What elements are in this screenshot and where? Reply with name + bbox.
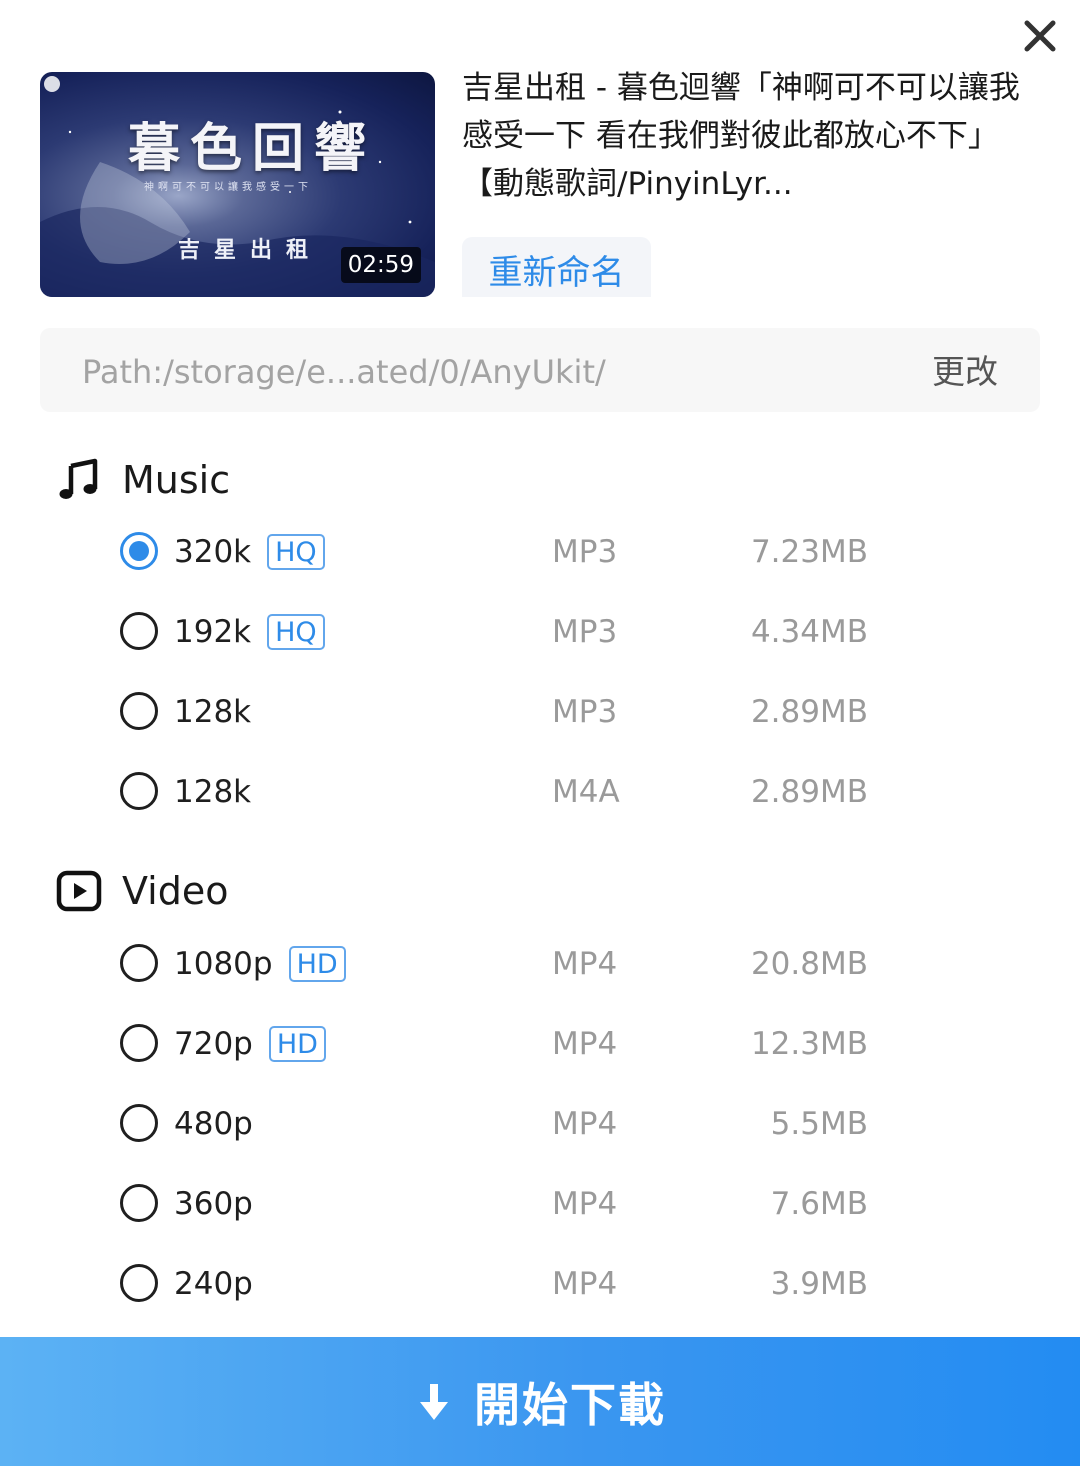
option-format: MP4: [552, 946, 618, 982]
option-size: 7.23MB: [750, 534, 868, 570]
option-format: MP3: [552, 614, 618, 650]
radio-button[interactable]: [120, 1184, 158, 1222]
option-format: M4A: [552, 774, 620, 810]
duration-badge: 02:59: [340, 247, 421, 283]
option-size: 5.5MB: [770, 1106, 868, 1142]
thumbnail-title: 暮色回響: [128, 118, 377, 179]
play-icon: [56, 868, 102, 914]
video-option-row[interactable]: 480p MP4 5.5MB: [118, 1093, 878, 1153]
option-quality: 360p: [174, 1186, 253, 1222]
close-icon: [1024, 20, 1056, 52]
rename-button[interactable]: 重新命名: [462, 237, 651, 297]
video-option-row[interactable]: 240p MP4 3.9MB: [118, 1253, 878, 1313]
option-format: MP4: [552, 1026, 618, 1062]
video-option-row[interactable]: 360p MP4 7.6MB: [118, 1173, 878, 1233]
hq-badge: HQ: [267, 614, 325, 650]
download-arrow-icon: [420, 1383, 448, 1420]
video-title: 吉星出租 - 暮色迴響「神啊可不可以讓我感受一下 看在我們對彼此都放心不下」【動…: [462, 70, 1020, 202]
hd-badge: HD: [288, 946, 346, 982]
option-quality: 720p HD: [174, 1013, 326, 1075]
option-quality: 240p: [174, 1266, 253, 1302]
hq-badge: HQ: [267, 534, 325, 570]
music-option-row[interactable]: 192k HQ MP3 4.34MB: [118, 601, 878, 661]
option-format: MP3: [552, 534, 618, 570]
close-button[interactable]: [1018, 14, 1062, 58]
option-size: 2.89MB: [750, 694, 868, 730]
video-option-row[interactable]: 720p HD MP4 12.3MB: [118, 1013, 878, 1073]
music-option-row[interactable]: 128k M4A 2.89MB: [118, 761, 878, 821]
change-path-button[interactable]: 更改: [932, 328, 998, 416]
radio-button[interactable]: [120, 1024, 158, 1062]
option-quality: 128k: [174, 774, 252, 810]
music-note-icon: [56, 457, 102, 503]
option-quality: 128k: [174, 694, 252, 730]
option-size: 7.6MB: [770, 1186, 868, 1222]
radio-button[interactable]: [120, 944, 158, 982]
option-quality: 320k HQ: [174, 521, 325, 583]
option-size: 2.89MB: [750, 774, 868, 810]
radio-button[interactable]: [120, 1104, 158, 1142]
music-option-row[interactable]: 320k HQ MP3 7.23MB: [118, 521, 878, 581]
option-size: 20.8MB: [750, 946, 868, 982]
option-format: MP3: [552, 694, 618, 730]
video-section-label: Video: [122, 869, 229, 913]
option-format: MP4: [552, 1186, 618, 1222]
radio-button[interactable]: [120, 692, 158, 730]
option-size: 3.9MB: [770, 1266, 868, 1302]
start-download-button[interactable]: 開始下載: [0, 1337, 1080, 1466]
radio-button-selected[interactable]: [120, 532, 158, 570]
video-section-header: Video: [56, 866, 228, 916]
radio-button[interactable]: [120, 772, 158, 810]
save-path-bar: Path:/storage/e...ated/0/AnyUkit/ 更改: [40, 328, 1040, 412]
thumbnail-artist: 吉星出租: [178, 237, 323, 263]
music-section-header: Music: [56, 455, 230, 505]
option-format: MP4: [552, 1266, 618, 1302]
option-size: 12.3MB: [750, 1026, 868, 1062]
video-thumbnail: 暮色回響 神啊可不可以讓我感受一下 吉星出租 02:59: [40, 72, 435, 297]
music-option-row[interactable]: 128k MP3 2.89MB: [118, 681, 878, 741]
start-download-label: 開始下載: [474, 1377, 666, 1432]
music-section-label: Music: [122, 458, 231, 502]
save-path-text: Path:/storage/e...ated/0/AnyUkit/: [82, 353, 606, 391]
thumbnail-subtitle: 神啊可不可以讓我感受一下: [144, 182, 312, 193]
option-quality: 1080p HD: [174, 933, 346, 995]
option-size: 4.34MB: [750, 614, 868, 650]
radio-button[interactable]: [120, 1264, 158, 1302]
hd-badge: HD: [268, 1026, 326, 1062]
channel-logo-icon: [44, 76, 60, 92]
radio-button[interactable]: [120, 612, 158, 650]
video-option-row[interactable]: 1080p HD MP4 20.8MB: [118, 933, 878, 993]
option-format: MP4: [552, 1106, 618, 1142]
option-quality: 480p: [174, 1106, 253, 1142]
option-quality: 192k HQ: [174, 601, 325, 663]
